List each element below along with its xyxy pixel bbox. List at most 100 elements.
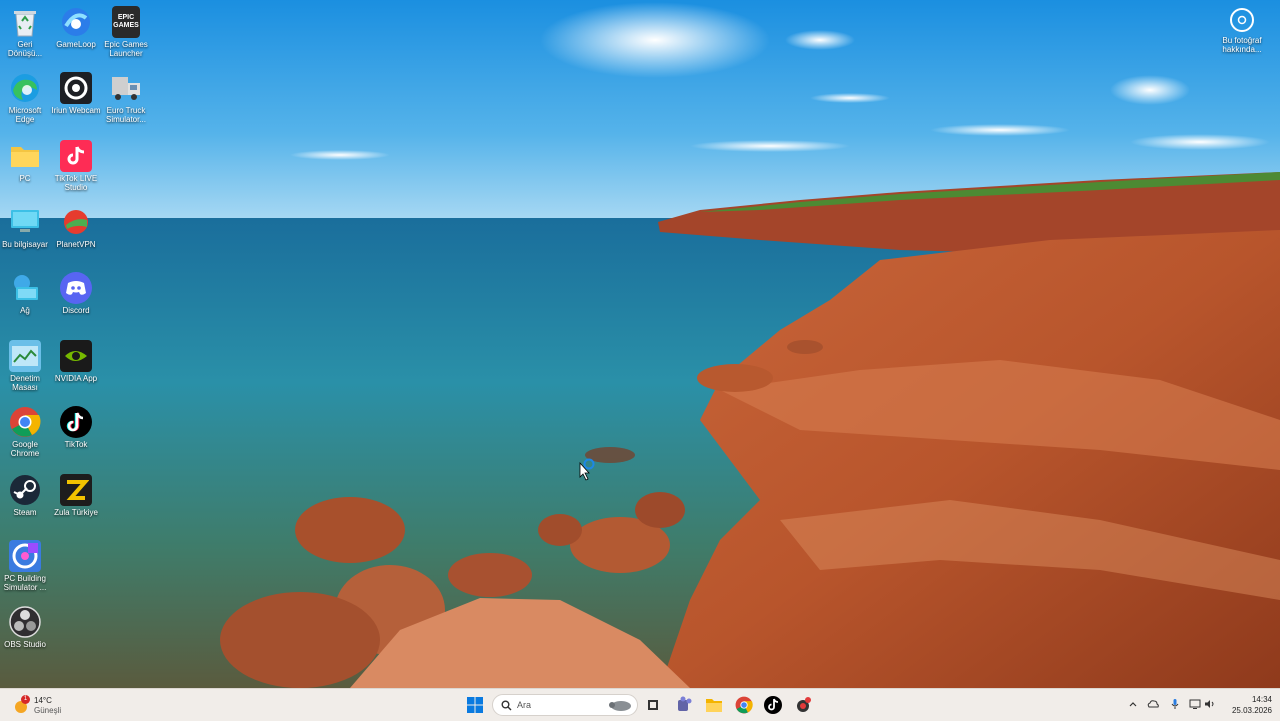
desktop-icon-steam[interactable]: Steam (0, 474, 50, 517)
desktop-icon-label: PlanetVPN (56, 240, 96, 249)
start-icon (467, 697, 483, 713)
discord-icon (60, 272, 92, 304)
desktop-icon-label: PC Building Simulator ... (3, 574, 47, 592)
desktop-icon-recycle-bin[interactable]: Geri Dönüşü... (0, 6, 50, 58)
desktop-icon-epic-games[interactable]: EPIC GAMES Epic Games Launcher (101, 6, 151, 58)
desktop-icon-obs[interactable]: OBS Studio (0, 606, 50, 649)
clock-date: 25.03.2026 (1231, 706, 1272, 715)
task-view-button[interactable] (642, 694, 664, 716)
desktop-wallpaper (0, 0, 1280, 688)
desktop-icon-gameloop[interactable]: GameLoop (51, 6, 101, 49)
desktop-icon-label: Discord (62, 306, 90, 315)
desktop-icon-pc-folder[interactable]: PC (0, 140, 50, 183)
this-pc-icon (9, 206, 41, 238)
euro-truck-icon (110, 72, 142, 104)
desktop-icon-label: Bu bilgisayar (2, 240, 48, 249)
search-icon (501, 700, 512, 711)
tiktok-icon (60, 406, 92, 438)
desktop-icon-control-panel[interactable]: Denetim Masası (0, 340, 50, 392)
weather-temp: 14°C (34, 696, 52, 705)
steam-icon (9, 474, 41, 506)
desktop-icon-label: TikTok (64, 440, 88, 449)
tray-network[interactable] (1188, 697, 1202, 711)
tiktok-live-icon (60, 140, 92, 172)
desktop-icon-iriun-webcam[interactable]: Iriun Webcam (51, 72, 101, 115)
speaker-icon (1205, 700, 1214, 708)
chevron-up-icon (1129, 702, 1137, 707)
desktop-icon-tiktok-live[interactable]: TikTok LIVE Studio (51, 140, 101, 192)
cloud-icon (1147, 700, 1159, 708)
desktop-icon-edge[interactable]: Microsoft Edge (0, 72, 50, 124)
about-photo-widget[interactable]: Bu fotoğraf hakkında... (1214, 8, 1270, 54)
file-explorer-icon (706, 699, 722, 712)
desktop-icon-nvidia[interactable]: NVIDIA App (51, 340, 101, 383)
desktop-icon-label: Zula Türkiye (54, 508, 98, 517)
desktop-icon-label: NVIDIA App (54, 374, 98, 383)
task-view-icon (648, 700, 658, 710)
desktop-icon-pc-building-sim[interactable]: PC Building Simulator ... (0, 540, 50, 592)
taskbar-clock[interactable]: 14:34 25.03.2026 (1222, 694, 1272, 716)
taskbar-teams[interactable] (673, 694, 695, 716)
desktop-icon-planetvpn[interactable]: PlanetVPN (51, 206, 101, 249)
taskbar-file-explorer[interactable] (703, 694, 725, 716)
nvidia-icon (60, 340, 92, 372)
desktop-icon-tiktok[interactable]: TikTok (51, 406, 101, 449)
obs-icon (9, 606, 41, 638)
desktop-icon-discord[interactable]: Discord (51, 272, 101, 315)
chrome-icon (9, 406, 41, 438)
desktop-icon-label: Euro Truck Simulator... (105, 106, 146, 124)
folder-icon (9, 140, 41, 172)
search-placeholder: Ara (517, 700, 532, 710)
taskbar-chrome[interactable] (733, 694, 755, 716)
pc-building-sim-icon (9, 540, 41, 572)
desktop-icon-label: Denetim Masası (10, 374, 40, 392)
taskbar-app[interactable] (792, 694, 814, 716)
desktop-icon-label: Geri Dönüşü... (7, 40, 43, 58)
search-highlight-icon (609, 701, 631, 711)
epic-logo-text: EPIC GAMES (113, 14, 139, 29)
weather-badge: 1 (21, 695, 30, 704)
about-photo-label: Bu fotoğraf hakkında... (1222, 36, 1262, 54)
desktop-icon-label: Epic Games Launcher (104, 40, 148, 58)
zula-icon (60, 474, 92, 506)
tiktok-icon (764, 696, 782, 714)
taskbar: 1 14°C Güneşli Ara 14:34 25.03.2026 (0, 688, 1280, 721)
control-panel-icon (9, 340, 41, 372)
desktop-icon-this-pc[interactable]: Bu bilgisayar (0, 206, 50, 249)
desktop-icon-zula[interactable]: Zula Türkiye (51, 474, 101, 517)
network-icon (9, 272, 41, 304)
desktop-icon-label: TikTok LIVE Studio (54, 174, 98, 192)
tray-microphone[interactable] (1168, 697, 1182, 711)
gameloop-icon (60, 6, 92, 38)
desktop-icon-label: Iriun Webcam (51, 106, 101, 115)
teams-icon (678, 696, 692, 711)
microphone-icon (1171, 699, 1179, 709)
show-hidden-icons[interactable] (1126, 697, 1140, 711)
edge-icon (9, 72, 41, 104)
desktop-icon-label: Ağ (20, 306, 30, 315)
desktop-icon-label: GameLoop (56, 40, 96, 49)
taskbar-search[interactable]: Ara (492, 694, 638, 716)
iriun-webcam-icon (60, 72, 92, 104)
tray-onedrive[interactable] (1146, 697, 1160, 711)
clock-time: 14:34 (1251, 695, 1272, 704)
epic-games-icon: EPIC GAMES (112, 6, 140, 38)
desktop-icon-label: OBS Studio (4, 640, 46, 649)
start-button[interactable] (464, 694, 486, 716)
app-icon (797, 697, 811, 712)
desktop-icon-label: Steam (13, 508, 37, 517)
weather-condition: Güneşli (34, 706, 62, 715)
desktop-icon-euro-truck[interactable]: Euro Truck Simulator... (101, 72, 151, 124)
desktop-icon-label: Microsoft Edge (8, 106, 42, 124)
desktop-icon-label: Google Chrome (10, 440, 40, 458)
planetvpn-icon (60, 206, 92, 238)
camera-icon (1230, 8, 1254, 32)
chrome-icon (735, 696, 753, 714)
tray-volume[interactable] (1203, 697, 1217, 711)
desktop-icon-network[interactable]: Ağ (0, 272, 50, 315)
desktop-icon-label: PC (19, 174, 31, 183)
desktop-icon-chrome[interactable]: Google Chrome (0, 406, 50, 458)
taskbar-tiktok[interactable] (762, 694, 784, 716)
recycle-bin-icon (9, 6, 41, 38)
monitor-network-icon (1189, 699, 1201, 709)
